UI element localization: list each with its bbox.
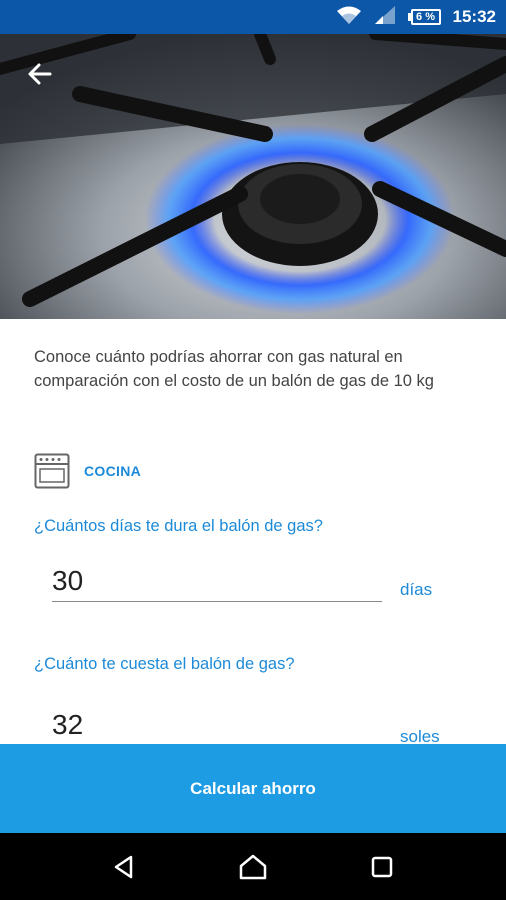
system-nav-bar xyxy=(0,833,506,900)
days-input[interactable] xyxy=(52,561,382,602)
days-unit: días xyxy=(400,580,433,599)
hero-image xyxy=(0,34,506,319)
recents-icon xyxy=(371,856,392,877)
intro-text: Conoce cuánto podrías ahorrar con gas na… xyxy=(34,348,434,390)
back-button[interactable] xyxy=(22,56,58,92)
calculate-savings-button[interactable]: Calcular ahorro xyxy=(0,744,506,833)
cell-signal-icon xyxy=(374,5,396,30)
battery-icon: 6 % xyxy=(407,9,441,25)
calculate-savings-label: Calcular ahorro xyxy=(190,778,316,798)
cost-input[interactable] xyxy=(52,705,382,744)
nav-home-button[interactable] xyxy=(228,842,278,892)
wifi-icon xyxy=(336,5,362,30)
gas-stove-burner-illustration xyxy=(0,34,506,319)
nav-recents-button[interactable] xyxy=(357,842,407,892)
nav-back-button[interactable] xyxy=(99,842,149,892)
status-bar: 6 % 15:32 xyxy=(0,0,506,34)
stove-icon xyxy=(34,453,70,489)
status-time: 15:32 xyxy=(452,7,496,26)
section-label: COCINA xyxy=(84,463,142,479)
form-content: Conoce cuánto podrías ahorrar con gas na… xyxy=(0,319,506,744)
question-cost-label: ¿Cuánto te cuesta el balón de gas? xyxy=(34,655,295,673)
back-triangle-icon xyxy=(115,855,133,878)
battery-percent: 6 % xyxy=(410,9,441,25)
section-header: COCINA xyxy=(34,453,141,489)
back-arrow-icon xyxy=(28,63,52,85)
home-icon xyxy=(239,854,267,879)
cost-unit: soles xyxy=(400,727,440,744)
question-days-label: ¿Cuántos días te dura el balón de gas? xyxy=(34,517,323,535)
